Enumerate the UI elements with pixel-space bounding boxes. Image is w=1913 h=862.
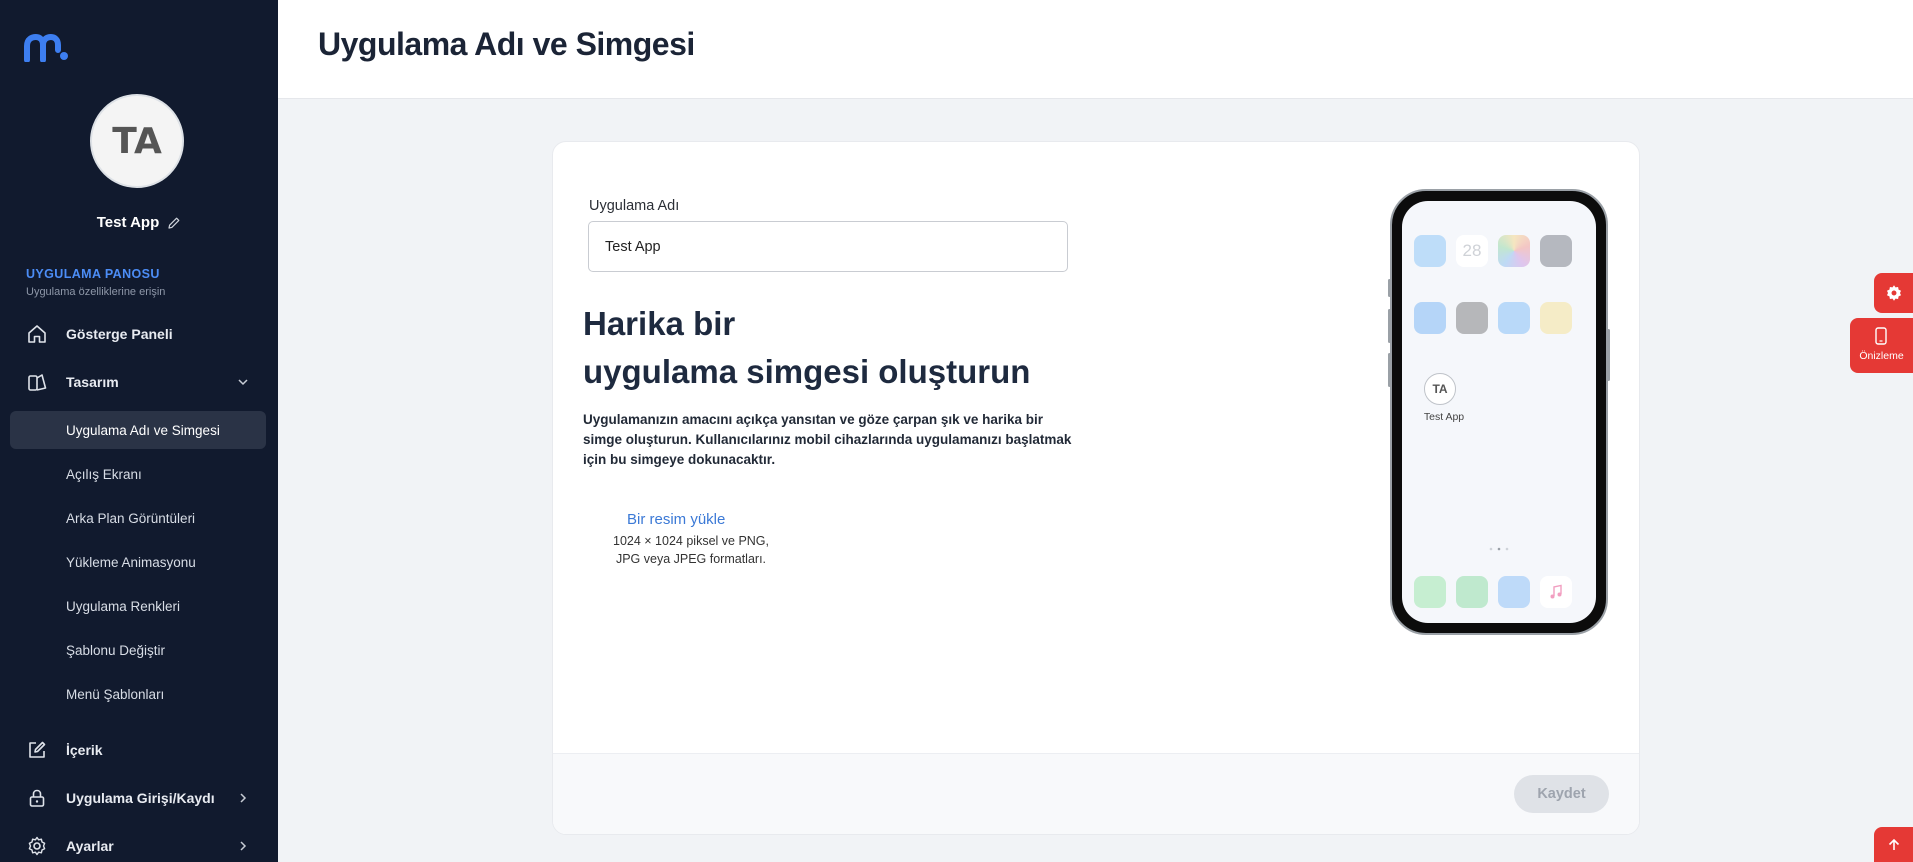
page-header: Uygulama Adı ve Simgesi [278, 0, 1913, 99]
calendar-day: 28 [1462, 241, 1482, 260]
sidebar-subitem-label: Yükleme Animasyonu [66, 554, 196, 570]
upload-hint-line1: 1024 × 1024 piksel ve PNG, [613, 534, 769, 548]
sidebar-item-label: İçerik [66, 742, 103, 758]
section-subtitle: Uygulama özelliklerine erişin [26, 286, 166, 298]
chevron-right-icon[interactable] [236, 791, 250, 805]
photos-app-icon [1498, 235, 1530, 267]
sidebar-item-label: Tasarım [66, 374, 119, 390]
sidebar-item-dashboard[interactable]: Gösterge Paneli [10, 315, 266, 353]
sidebar-item-settings[interactable]: Ayarlar [10, 827, 266, 862]
sidebar-item-label: Uygulama Girişi/Kaydı [66, 790, 215, 806]
safari-app-icon [1498, 576, 1530, 608]
sidebar-subitem-app-colors[interactable]: Uygulama Renkleri [10, 587, 266, 625]
headline: Harika bir uygulama simgesi oluşturun [583, 300, 1030, 396]
preview-app-label: Test App [1423, 411, 1465, 423]
clips-app-icon [1540, 235, 1572, 267]
headline-line2: uygulama simgesi oluşturun [583, 353, 1031, 390]
lock-icon [29, 789, 45, 807]
phone-side-button [1388, 353, 1391, 387]
preview-label: Önizleme [1859, 350, 1904, 362]
design-icon [28, 374, 47, 391]
pencil-icon[interactable] [167, 216, 181, 230]
phone-preview: 28 TA Test App [1388, 189, 1610, 635]
sidebar: TA Test App UYGULAMA PANOSU Uygulama öze… [0, 0, 278, 862]
clock-app-icon [1456, 302, 1488, 334]
weather-app-icon [1414, 235, 1446, 267]
sidebar-item-design[interactable]: Tasarım [10, 363, 266, 401]
messages-app-icon [1414, 576, 1446, 608]
sidebar-subitem-change-template[interactable]: Şablonu Değiştir [10, 631, 266, 669]
settings-fab[interactable] [1874, 273, 1913, 313]
app-name-icon-card: Uygulama Adı Harika bir uygulama simgesi… [552, 141, 1640, 835]
notes-app-icon [1540, 302, 1572, 334]
sidebar-subitem-menu-templates[interactable]: Menü Şablonları [10, 675, 266, 713]
section-title: UYGULAMA PANOSU [26, 267, 160, 281]
mail-app-icon [1498, 302, 1530, 334]
preview-app-icon: TA [1424, 373, 1456, 405]
chevron-down-icon[interactable] [236, 375, 250, 389]
page-dots [1489, 547, 1509, 551]
home-icon [28, 325, 46, 343]
description: Uygulamanızın amacını açıkça yansıtan ve… [583, 412, 1072, 467]
calendar-app-icon: 28 [1456, 235, 1488, 267]
sidebar-subitem-backgrounds[interactable]: Arka Plan Görüntüleri [10, 499, 266, 537]
mobiroller-logo-icon[interactable] [24, 34, 70, 62]
chevron-right-icon[interactable] [236, 839, 250, 853]
music-app-icon [1540, 576, 1572, 608]
phone-side-button [1607, 329, 1610, 381]
page-title: Uygulama Adı ve Simgesi [318, 26, 695, 62]
card-footer: Kaydet [553, 753, 1639, 834]
phone-screen: 28 TA Test App [1402, 201, 1596, 623]
upload-image-link[interactable]: Bir resim yükle [627, 511, 725, 528]
sidebar-item-label: Gösterge Paneli [66, 326, 173, 342]
gear-icon [1886, 285, 1901, 301]
phone-side-button [1388, 309, 1391, 343]
app-name-row: Test App [0, 214, 278, 231]
sidebar-subitem-label: Açılış Ekranı [66, 466, 142, 482]
app-name: Test App [96, 214, 160, 231]
save-button[interactable]: Kaydet [1514, 775, 1609, 813]
sidebar-subitem-label: Menü Şablonları [66, 686, 165, 702]
mobile-phone-icon [1875, 327, 1887, 345]
music-note-icon [1550, 584, 1562, 599]
headline-line1: Harika bir [583, 305, 736, 342]
sidebar-item-content[interactable]: İçerik [10, 731, 266, 769]
upload-hint-line2: JPG veya JPEG formatları. [615, 552, 767, 566]
sidebar-subitem-label: Uygulama Adı ve Simgesi [66, 422, 220, 438]
edit-icon [29, 741, 46, 758]
sidebar-subitem-label: Arka Plan Görüntüleri [66, 510, 196, 526]
scroll-top-button[interactable] [1874, 827, 1913, 862]
app-name-label: Uygulama Adı [589, 198, 680, 214]
sidebar-subitem-app-name-icon[interactable]: Uygulama Adı ve Simgesi [10, 411, 266, 449]
arrow-up-icon [1888, 838, 1899, 850]
gear-icon [28, 836, 46, 856]
sidebar-item-app-login[interactable]: Uygulama Girişi/Kaydı [10, 779, 266, 817]
sidebar-subitem-label: Şablonu Değiştir [66, 642, 166, 658]
upload-hint: 1024 × 1024 piksel ve PNG, JPG veya JPEG… [591, 532, 791, 568]
preview-fab[interactable]: Önizleme [1850, 318, 1913, 373]
sidebar-subitem-loading-animation[interactable]: Yükleme Animasyonu [10, 543, 266, 581]
phone-side-button [1388, 279, 1391, 297]
app-avatar[interactable]: TA [90, 94, 184, 188]
sidebar-subitem-splash[interactable]: Açılış Ekranı [10, 455, 266, 493]
app-name-input[interactable] [588, 221, 1068, 272]
sidebar-item-label: Ayarlar [66, 838, 114, 854]
phone-app-icon [1456, 576, 1488, 608]
app-store-icon [1414, 302, 1446, 334]
sidebar-subitem-label: Uygulama Renkleri [66, 598, 181, 614]
